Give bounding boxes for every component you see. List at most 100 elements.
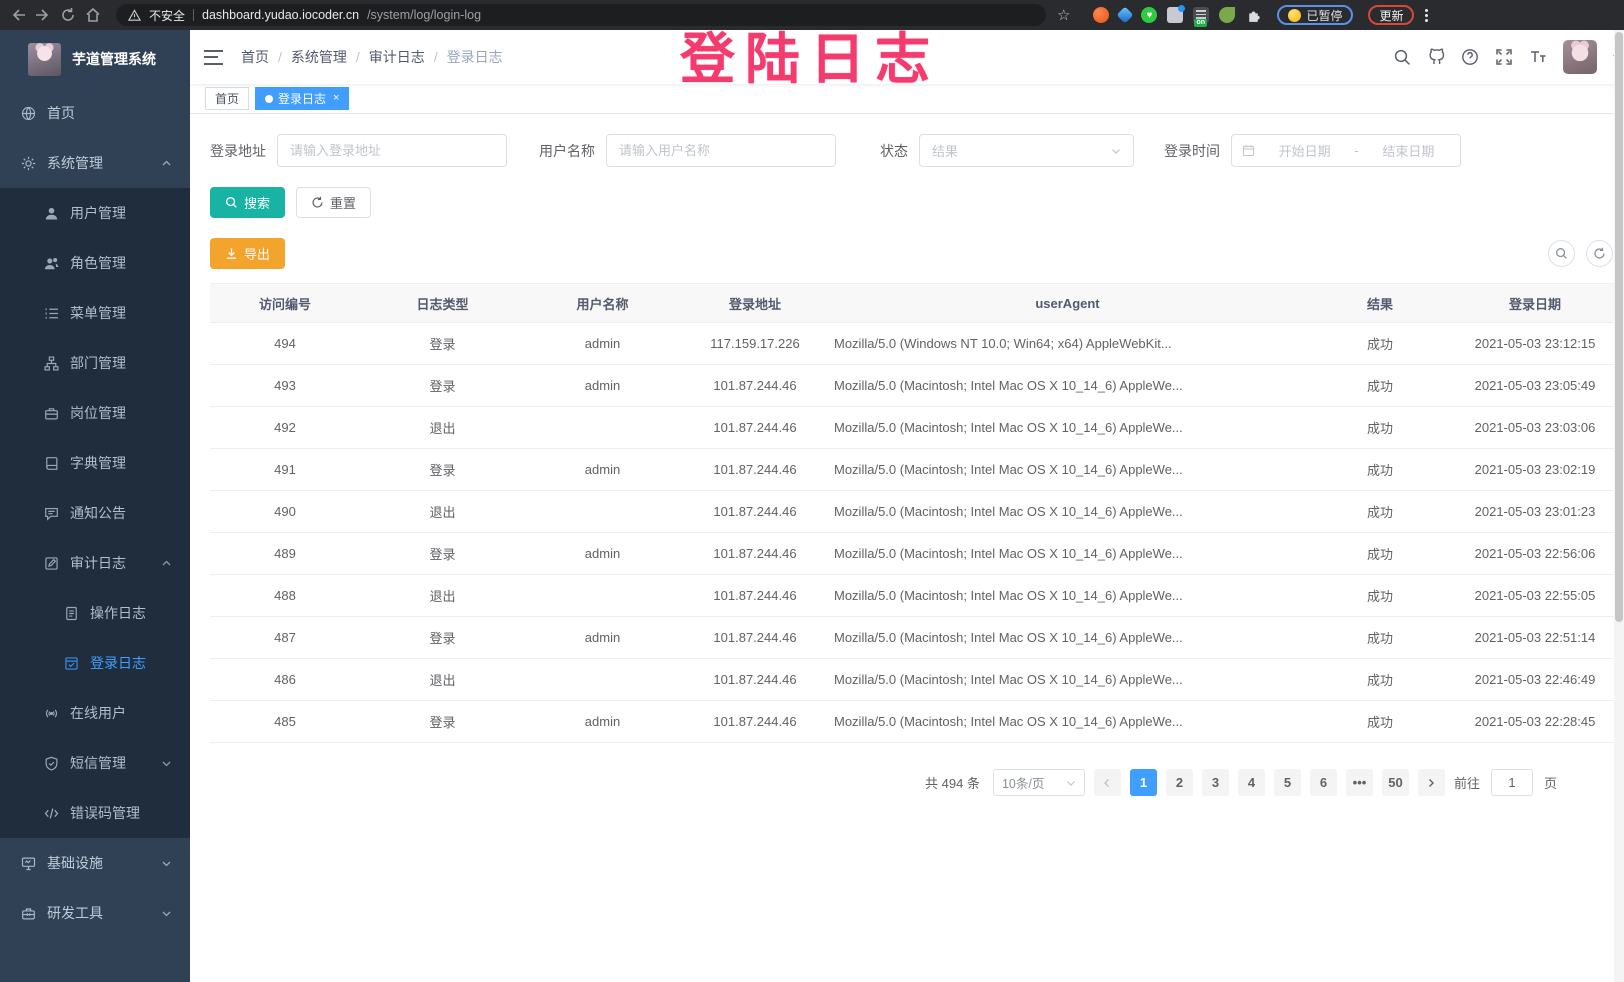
page-size-select[interactable]: 10条/页	[993, 769, 1085, 796]
cell-id: 488	[210, 575, 360, 617]
extensions-puzzle-icon[interactable]	[1245, 7, 1262, 24]
header-login-date: 登录日期	[1455, 284, 1615, 323]
sidebar-item-operation-log[interactable]: 操作日志	[0, 588, 190, 638]
sidebar-item-dict-management[interactable]: 字典管理	[0, 438, 190, 488]
cell-result: 成功	[1305, 449, 1455, 491]
login-address-input[interactable]	[277, 134, 507, 167]
page-button-4[interactable]: 4	[1238, 769, 1265, 796]
page-button-2[interactable]: 2	[1166, 769, 1193, 796]
page-button-6[interactable]: 6	[1310, 769, 1337, 796]
tag-home[interactable]: 首页	[205, 87, 249, 110]
table-row: 491 登录 admin 101.87.244.46 Mozilla/5.0 (…	[210, 449, 1615, 491]
hamburger-icon[interactable]	[204, 50, 223, 65]
tag-label: 登录日志	[278, 90, 326, 107]
paused-extension-pill[interactable]: 已暂停	[1277, 5, 1353, 25]
sidebar-item-sms-management[interactable]: 短信管理	[0, 738, 190, 788]
github-icon[interactable]	[1427, 48, 1445, 66]
back-icon[interactable]	[10, 7, 26, 23]
sidebar-item-role-management[interactable]: 角色管理	[0, 238, 190, 288]
sidebar-logo[interactable]: 芋道管理系统	[0, 30, 190, 88]
tag-login-log[interactable]: 登录日志 ×	[255, 87, 349, 110]
sidebar-item-notice-announcement[interactable]: 通知公告	[0, 488, 190, 538]
sidebar-item-menu-management[interactable]: 菜单管理	[0, 288, 190, 338]
calendar-icon	[1242, 144, 1255, 157]
cell-username: admin	[525, 617, 680, 659]
sidebar-item-audit-log[interactable]: 审计日志	[0, 538, 190, 588]
cell-username	[525, 575, 680, 617]
update-button[interactable]: 更新	[1368, 5, 1414, 25]
sidebar-item-login-log[interactable]: 登录日志	[0, 638, 190, 688]
page-button-3[interactable]: 3	[1202, 769, 1229, 796]
refresh-table-button[interactable]	[1586, 240, 1613, 267]
extension-heart-icon[interactable]: ♥	[1141, 7, 1157, 23]
cell-id: 487	[210, 617, 360, 659]
cell-log-type: 退出	[360, 407, 525, 449]
user-avatar[interactable]	[1563, 40, 1597, 74]
export-button[interactable]: 导出	[210, 238, 285, 269]
cell-log-type: 登录	[360, 617, 525, 659]
page-ellipsis[interactable]: •••	[1346, 769, 1373, 796]
help-icon[interactable]	[1461, 48, 1479, 66]
security-label: 不安全	[149, 7, 185, 24]
status-label: 状态	[880, 141, 908, 161]
sidebar-item-label: 登录日志	[90, 653, 146, 673]
home-icon[interactable]	[85, 7, 101, 23]
sidebar-item-department-management[interactable]: 部门管理	[0, 338, 190, 388]
sidebar-item-label: 审计日志	[70, 553, 126, 573]
navbar-right	[1393, 40, 1621, 74]
org-tree-icon	[44, 356, 59, 371]
menu-list-icon	[44, 306, 59, 321]
toggle-search-button[interactable]	[1548, 240, 1575, 267]
prev-page-button[interactable]	[1094, 769, 1121, 796]
search-icon[interactable]	[1393, 48, 1411, 66]
window-scrollbar[interactable]	[1614, 30, 1624, 982]
sidebar: 芋道管理系统 首页 系统管理 用户管理 角色管理 菜单管理 部门管理	[0, 30, 190, 982]
sidebar-item-error-code-management[interactable]: 错误码管理	[0, 788, 190, 838]
page-button-5[interactable]: 5	[1274, 769, 1301, 796]
chevron-down-icon	[161, 758, 172, 769]
refresh-icon	[1593, 247, 1606, 260]
fullscreen-icon[interactable]	[1495, 48, 1513, 66]
status-select[interactable]: 结果	[919, 134, 1134, 167]
breadcrumb-home[interactable]: 首页	[241, 47, 269, 67]
scrollbar-thumb[interactable]	[1615, 32, 1623, 622]
reload-icon[interactable]	[60, 7, 76, 23]
sidebar-item-user-management[interactable]: 用户管理	[0, 188, 190, 238]
toolbox-icon	[21, 906, 36, 921]
page-button-1[interactable]: 1	[1130, 769, 1157, 796]
reset-button[interactable]: 重置	[296, 187, 371, 218]
next-page-button[interactable]	[1418, 769, 1445, 796]
extension-gem-icon[interactable]	[1117, 7, 1134, 24]
username-input[interactable]	[606, 134, 836, 167]
book-icon	[44, 456, 59, 471]
date-range-picker[interactable]: 开始日期 - 结束日期	[1231, 134, 1461, 167]
extension-stats-icon[interactable]	[1167, 7, 1183, 23]
header-user-agent: userAgent	[830, 284, 1305, 323]
end-date-placeholder: 结束日期	[1367, 141, 1450, 160]
font-size-icon[interactable]	[1529, 48, 1547, 66]
goto-page-input[interactable]	[1491, 769, 1533, 796]
sidebar-item-dev-tools[interactable]: 研发工具	[0, 888, 190, 938]
header-log-type: 日志类型	[360, 284, 525, 323]
sidebar-item-infrastructure[interactable]: 基础设施	[0, 838, 190, 888]
sidebar-item-home[interactable]: 首页	[0, 88, 190, 138]
sidebar-item-system-management[interactable]: 系统管理	[0, 138, 190, 188]
close-icon[interactable]: ×	[333, 93, 339, 104]
search-button[interactable]: 搜索	[210, 187, 285, 218]
extension-list-icon[interactable]: on	[1193, 7, 1209, 23]
extension-leaf-icon[interactable]	[1219, 7, 1235, 23]
cell-username: admin	[525, 365, 680, 407]
sidebar-item-post-management[interactable]: 岗位管理	[0, 388, 190, 438]
cell-user-agent: Mozilla/5.0 (Macintosh; Intel Mac OS X 1…	[830, 533, 1305, 575]
bookmark-star-icon[interactable]: ☆	[1057, 6, 1070, 24]
page-button-50[interactable]: 50	[1382, 769, 1409, 796]
breadcrumb-system[interactable]: 系统管理	[291, 47, 347, 67]
sidebar-item-online-users[interactable]: 在线用户	[0, 688, 190, 738]
online-signal-icon	[44, 706, 59, 721]
forward-icon[interactable]	[35, 7, 51, 23]
browser-menu-icon[interactable]	[1425, 9, 1428, 22]
total-count-label: 共 494 条	[925, 773, 980, 792]
extension-orange-icon[interactable]	[1093, 7, 1109, 23]
breadcrumb-audit-log[interactable]: 审计日志	[369, 47, 425, 67]
sidebar-item-label: 首页	[47, 103, 75, 123]
